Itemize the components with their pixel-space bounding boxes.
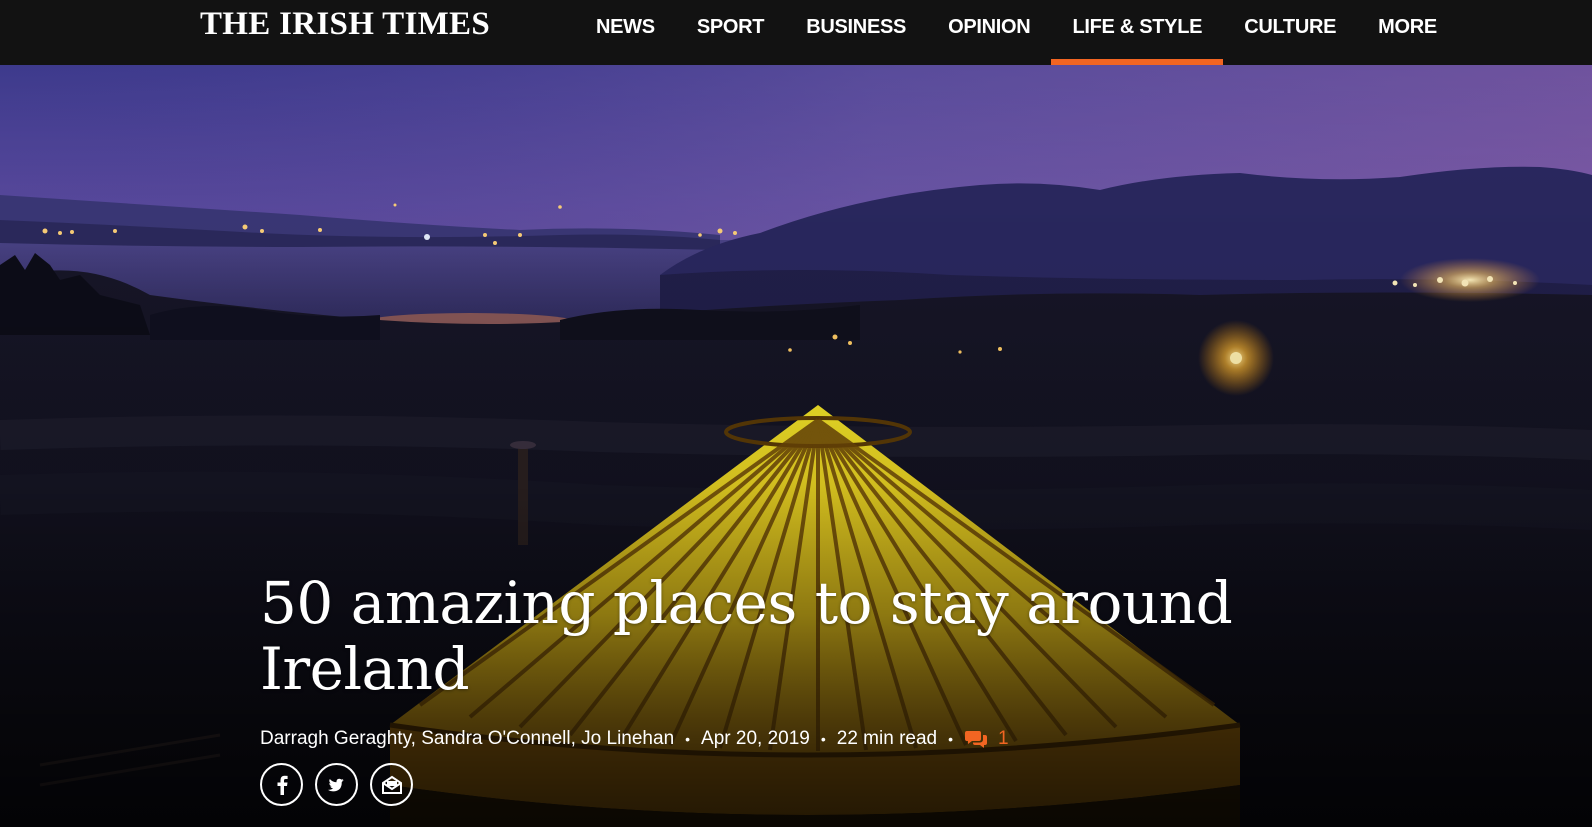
article-authors[interactable]: Darragh Geraghty, Sandra O'Connell, Jo L… <box>260 728 674 750</box>
meta-separator: • <box>948 731 954 747</box>
share-buttons <box>260 763 425 806</box>
nav-item-life-style[interactable]: LIFE & STYLE <box>1051 0 1223 65</box>
article-meta: Darragh Geraghty, Sandra O'Connell, Jo L… <box>260 725 1009 753</box>
nav-item-culture[interactable]: CULTURE <box>1223 0 1357 65</box>
facebook-icon <box>277 775 288 795</box>
top-navigation-bar: THE IRISH TIMES NEWS SPORT BUSINESS OPIN… <box>0 0 1592 65</box>
comments-link[interactable]: 1 <box>964 728 1009 750</box>
hero-image <box>0 65 1592 827</box>
share-facebook-button[interactable] <box>260 763 303 806</box>
share-email-button[interactable] <box>370 763 413 806</box>
nav-item-opinion[interactable]: OPINION <box>927 0 1051 65</box>
share-twitter-button[interactable] <box>315 763 358 806</box>
nav-item-more[interactable]: MORE <box>1357 0 1458 65</box>
comment-count: 1 <box>998 728 1009 749</box>
nav-item-sport[interactable]: SPORT <box>676 0 785 65</box>
nav-item-business[interactable]: BUSINESS <box>785 0 927 65</box>
email-icon <box>381 775 402 794</box>
meta-separator: • <box>685 731 691 747</box>
article-headline: 50 amazing places to stay around Ireland <box>260 569 1233 703</box>
article-read-time: 22 min read <box>836 728 938 749</box>
masthead-logo[interactable]: THE IRISH TIMES <box>200 6 490 43</box>
section-nav: NEWS SPORT BUSINESS OPINION LIFE & STYLE… <box>575 0 1458 65</box>
twitter-icon <box>327 778 344 791</box>
article-date: Apr 20, 2019 <box>701 728 810 749</box>
meta-separator: • <box>820 731 826 747</box>
nav-item-news[interactable]: NEWS <box>575 0 676 65</box>
comments-icon <box>965 731 988 748</box>
